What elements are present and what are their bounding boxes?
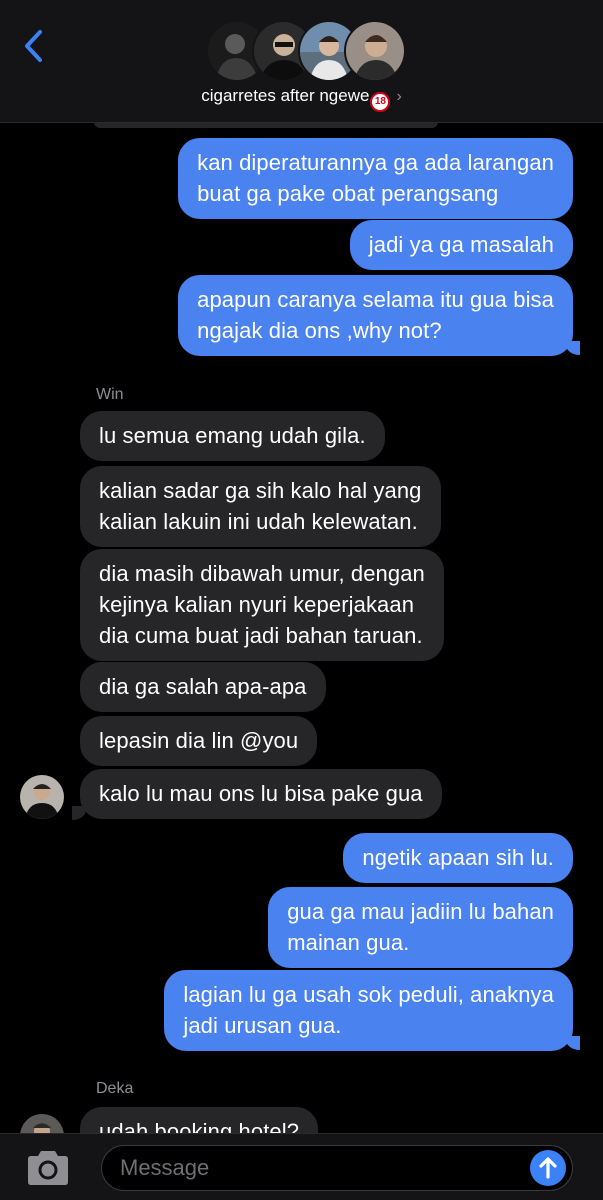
- message-line: dia cuma buat jadi bahan taruan.: [99, 623, 423, 648]
- message-line: kalian sadar ga sih kalo hal yang: [99, 478, 422, 503]
- message-bubble-outgoing[interactable]: kan diperaturannya ga ada larangan buat …: [178, 138, 573, 219]
- message-list: kan diperaturannya ga ada larangan buat …: [0, 122, 603, 1158]
- send-button[interactable]: [530, 1150, 566, 1186]
- message-line: apapun caranya selama itu gua bisa: [197, 287, 554, 312]
- message-bubble-incoming[interactable]: lu semua emang udah gila.: [80, 411, 385, 461]
- message-line: jadi ya ga masalah: [368, 232, 554, 257]
- message-line: kalian lakuin ini udah kelewatan.: [99, 509, 418, 534]
- message-line: buat ga pake obat perangsang: [197, 181, 499, 206]
- message-bubble-outgoing[interactable]: lagian lu ga usah sok peduli, anaknya ja…: [164, 970, 573, 1051]
- message-bubble-outgoing[interactable]: ngetik apaan sih lu.: [343, 833, 573, 883]
- message-line: ngajak dia ons ,why not?: [197, 318, 442, 343]
- message-bubble-outgoing[interactable]: jadi ya ga masalah: [349, 220, 573, 270]
- message-line: dia ga salah apa-apa: [99, 674, 307, 699]
- group-avatars[interactable]: [206, 20, 406, 82]
- message-bubble-incoming[interactable]: dia masih dibawah umur, dengan kejinya k…: [80, 549, 444, 661]
- chat-header: cigarretes after ngewe 18 ›: [0, 0, 603, 123]
- sender-name: Deka: [96, 1080, 134, 1097]
- message-line: kejinya kalian nyuri keperjakaan: [99, 592, 415, 617]
- member-avatar: [344, 20, 406, 82]
- group-name-label: cigarretes after ngewe: [201, 86, 370, 105]
- camera-icon: [28, 1151, 68, 1185]
- composer-bar: [0, 1133, 603, 1200]
- message-line: mainan gua.: [287, 930, 410, 955]
- sender-avatar[interactable]: [20, 775, 64, 819]
- message-bubble-outgoing[interactable]: apapun caranya selama itu gua bisa ngaja…: [178, 275, 573, 356]
- chevron-left-icon: [25, 30, 42, 62]
- message-line: dia masih dibawah umur, dengan: [99, 561, 425, 586]
- message-line: ngetik apaan sih lu.: [362, 845, 554, 870]
- message-line: lagian lu ga usah sok peduli, anaknya: [183, 982, 554, 1007]
- bubble-tail: [566, 341, 580, 355]
- message-line: kalo lu mau ons lu bisa pake gua: [99, 781, 423, 806]
- message-line: gua ga mau jadiin lu bahan: [287, 899, 554, 924]
- group-name[interactable]: cigarretes after ngewe 18 ›: [0, 86, 603, 112]
- arrow-up-icon: [539, 1157, 557, 1179]
- message-bubble-incoming[interactable]: kalian sadar ga sih kalo hal yang kalian…: [80, 466, 441, 547]
- back-button[interactable]: [18, 26, 52, 66]
- message-line: lepasin dia lin @you: [99, 728, 299, 753]
- chevron-right-icon: ›: [396, 88, 402, 105]
- message-line: kan diperaturannya ga ada larangan: [197, 150, 554, 175]
- sender-name: Win: [96, 386, 124, 403]
- message-bubble-incoming[interactable]: kalo lu mau ons lu bisa pake gua: [80, 769, 442, 819]
- message-bubble-incoming[interactable]: dia ga salah apa-apa: [80, 662, 326, 712]
- message-bubble-outgoing[interactable]: gua ga mau jadiin lu bahan mainan gua.: [268, 887, 573, 968]
- age-18-badge: 18: [370, 92, 391, 112]
- imessage-group-chat: cigarretes after ngewe 18 › kan diperatura…: [0, 0, 603, 1200]
- message-line: jadi urusan gua.: [183, 1013, 342, 1038]
- bubble-tail: [566, 1036, 580, 1050]
- camera-button[interactable]: [24, 1149, 72, 1187]
- message-input[interactable]: [101, 1145, 573, 1191]
- message-line: lu semua emang udah gila.: [99, 423, 366, 448]
- message-bubble-incoming[interactable]: lepasin dia lin @you: [80, 716, 318, 766]
